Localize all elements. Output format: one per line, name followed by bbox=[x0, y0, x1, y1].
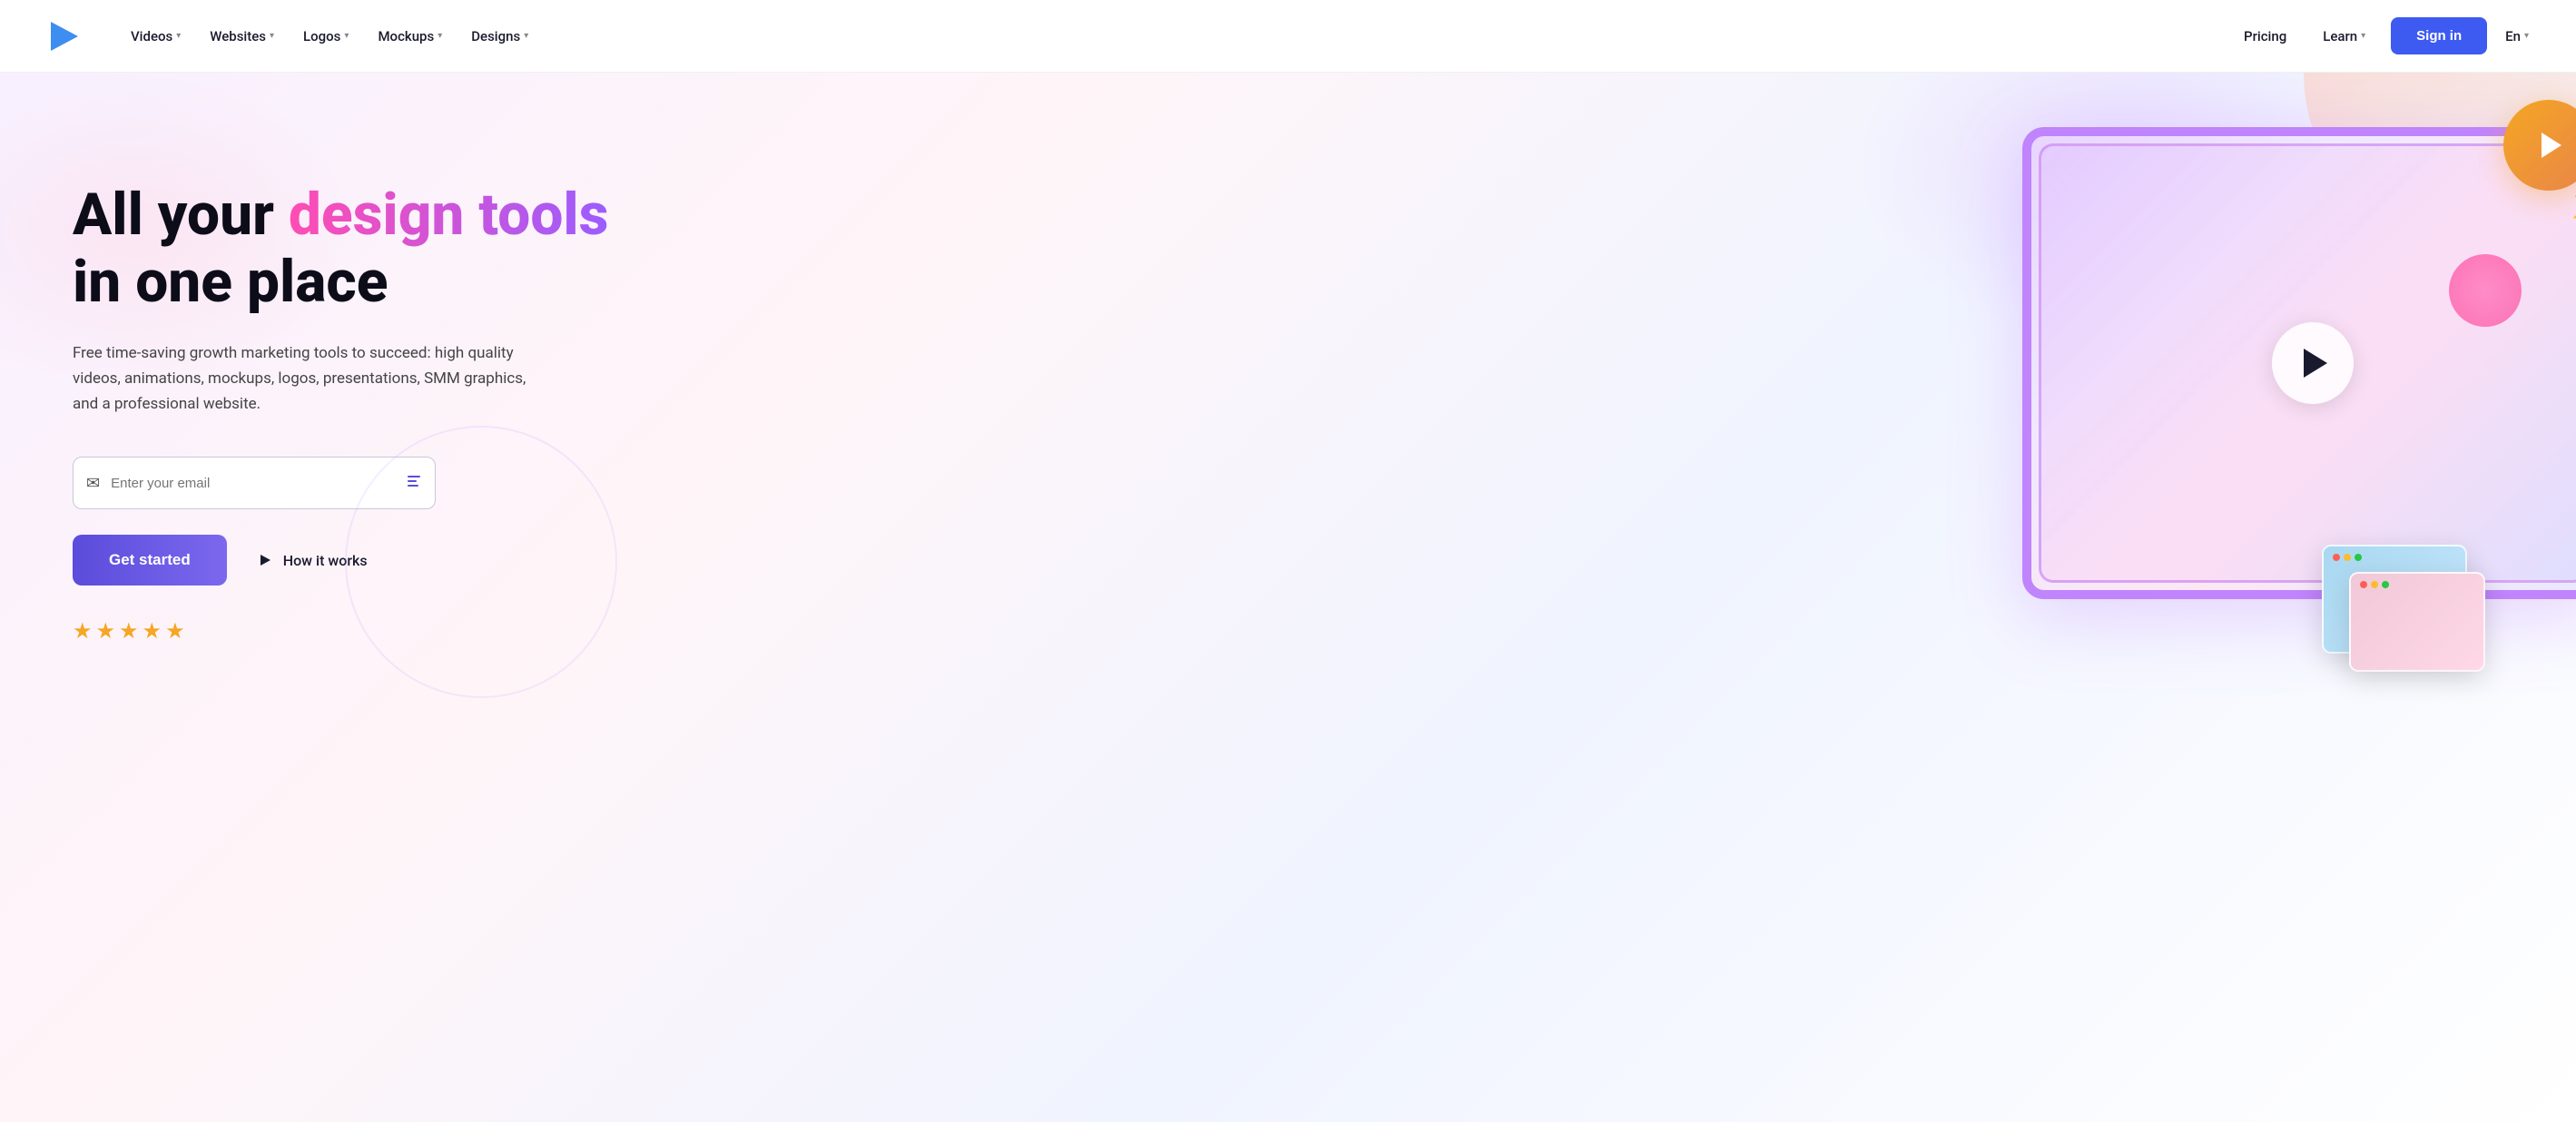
browser-windows-decoration bbox=[2322, 527, 2503, 672]
chevron-down-icon: ▾ bbox=[2524, 31, 2529, 41]
email-icon: ✉ bbox=[86, 474, 100, 493]
red-dot-2 bbox=[2360, 581, 2367, 588]
nav-mockups[interactable]: Mockups ▾ bbox=[367, 21, 453, 52]
star-rating: ★ ★ ★ ★ ★ bbox=[73, 618, 1413, 644]
chevron-down-icon: ▾ bbox=[270, 31, 274, 41]
email-input[interactable] bbox=[111, 476, 398, 491]
nav-designs[interactable]: Designs ▾ bbox=[460, 21, 539, 52]
hero-left: All your design tools in one place Free … bbox=[73, 73, 1450, 644]
navbar: Videos ▾ Websites ▾ Logos ▾ Mockups ▾ De… bbox=[0, 0, 2576, 73]
chevron-down-icon: ▾ bbox=[438, 31, 442, 41]
star-3: ★ bbox=[119, 618, 139, 644]
hero-subtitle: Free time-saving growth marketing tools … bbox=[73, 340, 545, 417]
hero-section: All your design tools in one place Free … bbox=[0, 73, 2576, 1122]
nav-pricing[interactable]: Pricing bbox=[2233, 21, 2297, 52]
green-dot bbox=[2355, 554, 2362, 561]
circle-decoration bbox=[345, 426, 617, 698]
chevron-down-icon: ▾ bbox=[524, 31, 528, 41]
browser-window-2 bbox=[2349, 572, 2485, 672]
green-dot-2 bbox=[2382, 581, 2389, 588]
nav-logos[interactable]: Logos ▾ bbox=[292, 21, 359, 52]
get-started-button[interactable]: Get started bbox=[73, 535, 227, 586]
logo[interactable] bbox=[44, 16, 84, 56]
yellow-dot-2 bbox=[2371, 581, 2378, 588]
pink-blob-decoration bbox=[2449, 254, 2522, 327]
sign-in-button[interactable]: Sign in bbox=[2391, 17, 2487, 54]
chevron-down-icon: ▾ bbox=[176, 31, 181, 41]
star-1: ★ bbox=[73, 618, 93, 644]
browser-dots-2 bbox=[2351, 574, 2483, 592]
nav-websites[interactable]: Websites ▾ bbox=[199, 21, 285, 52]
yellow-dot bbox=[2344, 554, 2351, 561]
nav-learn[interactable]: Learn ▾ bbox=[2312, 21, 2376, 52]
play-arrow-icon bbox=[2542, 133, 2561, 158]
nav-left: Videos ▾ Websites ▾ Logos ▾ Mockups ▾ De… bbox=[120, 21, 2233, 52]
hero-title-gradient: design tools bbox=[289, 181, 609, 249]
hero-title: All your design tools in one place bbox=[73, 182, 1413, 315]
nav-language[interactable]: En ▾ bbox=[2502, 21, 2532, 52]
play-icon bbox=[256, 551, 274, 569]
nav-videos[interactable]: Videos ▾ bbox=[120, 21, 192, 52]
browser-dots bbox=[2324, 546, 2465, 565]
chevron-down-icon: ▾ bbox=[2361, 31, 2365, 41]
nav-right: Pricing Learn ▾ Sign in En ▾ bbox=[2233, 17, 2532, 54]
red-dot bbox=[2333, 554, 2340, 561]
star-4: ★ bbox=[143, 618, 162, 644]
hero-right: ⚡ bbox=[1450, 73, 2576, 690]
hero-actions: Get started How it works bbox=[73, 535, 1413, 586]
play-arrow-icon bbox=[2304, 349, 2327, 378]
star-2: ★ bbox=[96, 618, 116, 644]
chevron-down-icon: ▾ bbox=[344, 31, 349, 41]
tablet-play-button[interactable] bbox=[2272, 322, 2354, 404]
star-5: ★ bbox=[165, 618, 185, 644]
